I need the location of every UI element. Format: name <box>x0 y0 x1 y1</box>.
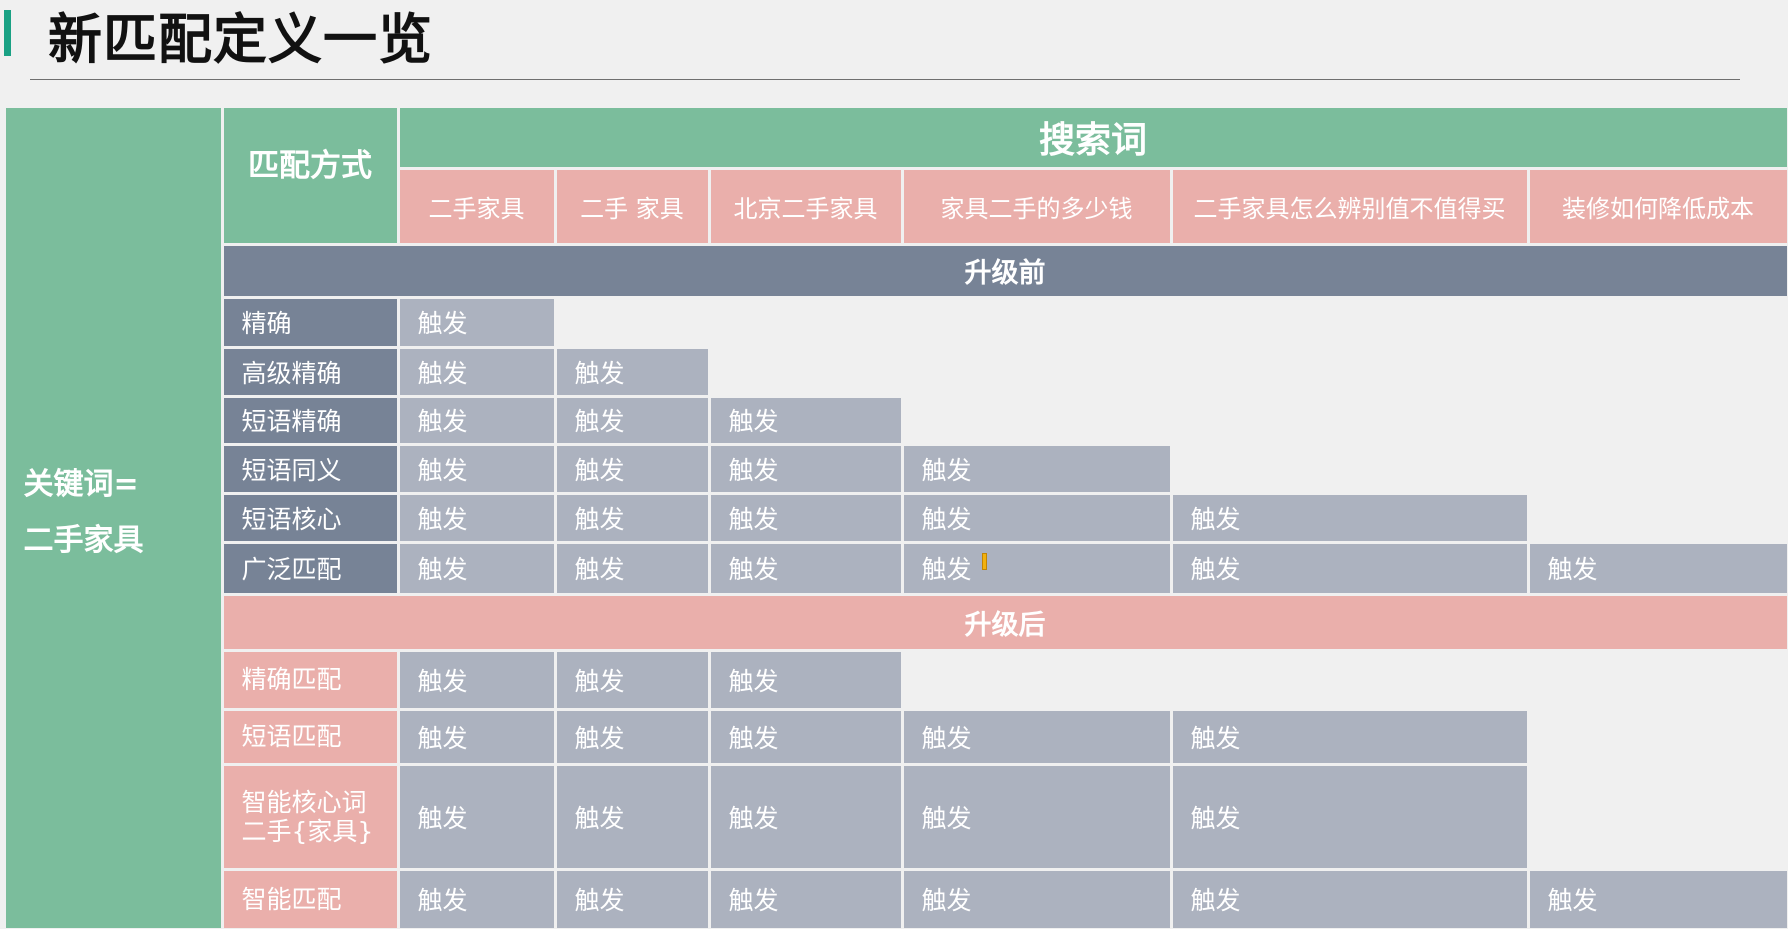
after-trigger-cell: 触发 <box>710 870 901 928</box>
before-row-label: 短语精确 <box>223 397 397 443</box>
after-row-label: 精确匹配 <box>223 651 397 708</box>
before-row-label: 广泛匹配 <box>223 543 397 593</box>
after-trigger-cell: 触发 <box>399 870 554 928</box>
before-row-label: 精确 <box>223 298 397 346</box>
column-header-6: 装修如何降低成本 <box>1529 169 1787 243</box>
keyword-cell: 关键词= 二手家具 <box>5 107 221 928</box>
column-header-1: 二手家具 <box>399 169 554 243</box>
before-trigger-cell: 触发 <box>556 397 708 443</box>
before-trigger-cell: 触发 <box>399 348 554 395</box>
before-trigger-cell: 触发 <box>399 298 554 346</box>
after-trigger-cell: 触发 <box>903 765 1170 868</box>
column-header-2: 二手 家具 <box>556 169 708 243</box>
column-header-4: 家具二手的多少钱 <box>903 169 1170 243</box>
after-trigger-cell: 触发 <box>556 651 708 708</box>
after-trigger-cell: 触发 <box>710 710 901 763</box>
after-row-label: 短语匹配 <box>223 710 397 763</box>
before-row-label: 短语核心 <box>223 494 397 541</box>
before-trigger-cell: 触发 <box>399 543 554 593</box>
before-trigger-cell: 触发 <box>556 445 708 492</box>
after-row-label: 智能匹配 <box>223 870 397 928</box>
after-trigger-cell: 触发 <box>556 710 708 763</box>
after-trigger-cell: 触发 <box>399 765 554 868</box>
before-trigger-cell: 触发 <box>710 397 901 443</box>
before-trigger-cell: 触发 <box>710 445 901 492</box>
before-trigger-cell: 触发 <box>556 543 708 593</box>
column-header-5: 二手家具怎么辨别值不值得买 <box>1172 169 1527 243</box>
after-trigger-cell: 触发 <box>1172 710 1527 763</box>
after-trigger-cell: 触发 <box>710 765 901 868</box>
before-trigger-cell: 触发 <box>556 494 708 541</box>
page-title: 新匹配定义一览 <box>48 8 433 71</box>
before-trigger-cell: 触发 <box>903 543 1170 593</box>
before-row-label: 短语同义 <box>223 445 397 492</box>
before-upgrade-bar: 升级前 <box>223 245 1787 296</box>
keyword-line-2: 二手家具 <box>23 522 144 558</box>
before-trigger-cell: 触发 <box>399 445 554 492</box>
column-header-3: 北京二手家具 <box>710 169 901 243</box>
before-trigger-cell: 触发 <box>903 494 1170 541</box>
after-trigger-cell: 触发 <box>556 870 708 928</box>
after-upgrade-bar: 升级后 <box>223 595 1787 649</box>
before-trigger-cell: 触发 <box>1172 543 1527 593</box>
after-trigger-cell: 触发 <box>399 651 554 708</box>
keyword-line-1: 关键词= <box>23 466 139 502</box>
after-trigger-cell: 触发 <box>1172 870 1527 928</box>
before-trigger-cell: 触发 <box>1529 543 1787 593</box>
match-type-header: 匹配方式 <box>223 107 397 243</box>
title-accent-bar <box>4 10 11 56</box>
title-divider <box>30 79 1740 80</box>
after-trigger-cell: 触发 <box>1529 870 1787 928</box>
before-trigger-cell: 触发 <box>903 445 1170 492</box>
text-cursor-marker <box>982 553 987 570</box>
search-term-header: 搜索词 <box>399 107 1787 167</box>
after-trigger-cell: 触发 <box>399 710 554 763</box>
before-trigger-cell: 触发 <box>710 494 901 541</box>
after-trigger-cell: 触发 <box>903 870 1170 928</box>
before-trigger-cell: 触发 <box>710 543 901 593</box>
after-trigger-cell: 触发 <box>1172 765 1527 868</box>
before-trigger-cell: 触发 <box>399 397 554 443</box>
after-row-label: 智能核心词 二手{家具} <box>223 765 397 868</box>
before-row-label: 高级精确 <box>223 348 397 395</box>
before-trigger-cell: 触发 <box>399 494 554 541</box>
after-trigger-cell: 触发 <box>903 710 1170 763</box>
before-trigger-cell: 触发 <box>1172 494 1527 541</box>
before-trigger-cell: 触发 <box>556 348 708 395</box>
after-trigger-cell: 触发 <box>710 651 901 708</box>
after-trigger-cell: 触发 <box>556 765 708 868</box>
